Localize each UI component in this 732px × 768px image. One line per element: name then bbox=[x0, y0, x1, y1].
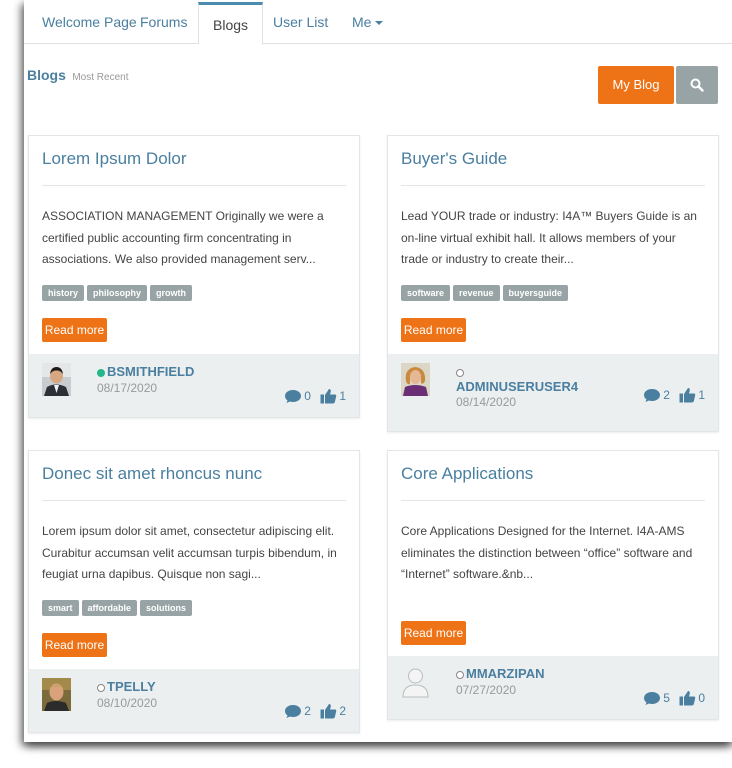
divider bbox=[401, 500, 705, 501]
blog-title-link[interactable]: Lorem Ipsum Dolor bbox=[42, 149, 187, 169]
card-footer: ADMINUSERUSER4 08/14/2020 2 1 bbox=[388, 354, 718, 431]
tag[interactable]: affordable bbox=[81, 600, 138, 616]
blog-title-link[interactable]: Donec sit amet rhoncus nunc bbox=[42, 464, 262, 484]
tag[interactable]: software bbox=[401, 285, 451, 301]
comment-count: 5 bbox=[663, 691, 670, 705]
like-count: 1 bbox=[339, 389, 346, 403]
post-date: 08/14/2020 bbox=[456, 395, 517, 409]
comment-icon[interactable] bbox=[643, 388, 661, 403]
comment-count: 2 bbox=[304, 704, 311, 718]
thumbs-up-icon[interactable] bbox=[320, 703, 337, 719]
tag-list: software revenue buyersguide bbox=[401, 283, 571, 301]
tab-label: Forums bbox=[140, 14, 188, 30]
comment-count: 0 bbox=[304, 389, 311, 403]
tab-me-dropdown[interactable]: Me bbox=[338, 0, 397, 44]
comment-icon[interactable] bbox=[284, 389, 302, 404]
blog-card: Buyer's Guide Lead YOUR trade or industr… bbox=[387, 135, 719, 432]
page-subtitle: Most Recent bbox=[72, 72, 129, 83]
blog-card: Lorem Ipsum Dolor ASSOCIATION MANAGEMENT… bbox=[28, 135, 360, 418]
my-blog-button[interactable]: My Blog bbox=[598, 66, 674, 104]
avatar[interactable] bbox=[401, 363, 430, 396]
caret-down-icon bbox=[375, 21, 384, 26]
avatar[interactable] bbox=[42, 678, 71, 711]
default-avatar-icon[interactable] bbox=[401, 666, 430, 699]
tag-list: smart affordable solutions bbox=[42, 598, 195, 616]
card-footer: MMARZIPAN 07/27/2020 5 0 bbox=[388, 656, 718, 719]
like-count: 2 bbox=[339, 704, 346, 718]
tag[interactable]: revenue bbox=[453, 285, 500, 301]
tab-forums[interactable]: Forums bbox=[126, 0, 201, 44]
read-more-button[interactable]: Read more bbox=[42, 318, 107, 342]
blogs-page: Welcome Page Forums Blogs User List Me B… bbox=[24, 0, 732, 742]
read-more-button[interactable]: Read more bbox=[42, 633, 107, 657]
tag[interactable]: solutions bbox=[140, 600, 193, 616]
card-footer: TPELLY 08/10/2020 2 2 bbox=[29, 669, 359, 732]
author-name: ADMINUSERUSER4 bbox=[456, 379, 579, 394]
blog-excerpt: Lorem ipsum dolor sit amet, consectetur … bbox=[42, 524, 337, 581]
post-stats: 2 1 bbox=[643, 387, 705, 403]
tab-label: Welcome Page bbox=[42, 14, 137, 30]
post-stats: 2 2 bbox=[284, 703, 346, 719]
post-date: 08/10/2020 bbox=[97, 696, 158, 710]
card-footer: BSMITHFIELD 08/17/2020 0 1 bbox=[29, 354, 359, 417]
tab-label: Blogs bbox=[213, 17, 249, 33]
author-link[interactable]: TPELLY bbox=[97, 679, 156, 694]
avatar[interactable] bbox=[42, 363, 71, 396]
search-button[interactable] bbox=[676, 66, 718, 104]
search-icon bbox=[690, 78, 704, 92]
like-count: 1 bbox=[698, 388, 705, 402]
thumbs-up-icon[interactable] bbox=[320, 388, 337, 404]
thumbs-up-icon[interactable] bbox=[679, 387, 696, 403]
author-link[interactable]: MMARZIPAN bbox=[456, 666, 544, 681]
page-title: Blogs bbox=[27, 67, 66, 83]
comment-icon[interactable] bbox=[284, 704, 302, 719]
divider bbox=[42, 500, 346, 501]
top-nav: Welcome Page Forums Blogs User List Me bbox=[24, 0, 732, 45]
blog-excerpt: ASSOCIATION MANAGEMENT Originally we wer… bbox=[42, 209, 324, 266]
tab-label: User List bbox=[273, 14, 329, 30]
author-name: TPELLY bbox=[107, 679, 156, 694]
divider bbox=[42, 185, 346, 186]
offline-status-icon bbox=[456, 670, 464, 679]
blog-card: Donec sit amet rhoncus nunc Lorem ipsum … bbox=[28, 450, 360, 733]
blog-title-link[interactable]: Core Applications bbox=[401, 464, 533, 484]
post-date: 08/17/2020 bbox=[97, 381, 158, 395]
read-more-button[interactable]: Read more bbox=[401, 621, 466, 645]
tab-user-list[interactable]: User List bbox=[259, 0, 342, 44]
post-date: 07/27/2020 bbox=[456, 683, 517, 697]
divider bbox=[401, 185, 705, 186]
tab-blogs[interactable]: Blogs bbox=[198, 2, 264, 45]
tag[interactable]: history bbox=[42, 285, 85, 301]
thumbs-up-icon[interactable] bbox=[679, 690, 696, 706]
author-name: BSMITHFIELD bbox=[107, 364, 195, 379]
like-count: 0 bbox=[698, 691, 705, 705]
author-link[interactable]: ADMINUSERUSER4 bbox=[456, 364, 578, 394]
author-name: MMARZIPAN bbox=[466, 666, 545, 681]
post-stats: 5 0 bbox=[643, 690, 705, 706]
post-stats: 0 1 bbox=[284, 388, 346, 404]
online-status-icon bbox=[97, 368, 105, 377]
blog-excerpt: Lead YOUR trade or industry: I4A™ Buyers… bbox=[401, 209, 697, 266]
blog-title-link[interactable]: Buyer's Guide bbox=[401, 149, 507, 169]
tag-list: history philosophy growth bbox=[42, 283, 195, 301]
tab-label: Me bbox=[352, 14, 372, 30]
comment-icon[interactable] bbox=[643, 691, 661, 706]
tag[interactable]: smart bbox=[42, 600, 79, 616]
blog-card: Core Applications Core Applications Desi… bbox=[387, 450, 719, 720]
read-more-button[interactable]: Read more bbox=[401, 318, 466, 342]
comment-count: 2 bbox=[663, 388, 670, 402]
page-heading: Blogs Most Recent bbox=[27, 67, 128, 85]
offline-status-icon bbox=[97, 683, 105, 692]
blog-excerpt: Core Applications Designed for the Inter… bbox=[401, 524, 693, 581]
author-link[interactable]: BSMITHFIELD bbox=[97, 364, 194, 379]
tag[interactable]: buyersguide bbox=[502, 285, 569, 301]
tag[interactable]: philosophy bbox=[87, 285, 148, 301]
tag[interactable]: growth bbox=[150, 285, 193, 301]
offline-status-icon bbox=[456, 368, 464, 377]
